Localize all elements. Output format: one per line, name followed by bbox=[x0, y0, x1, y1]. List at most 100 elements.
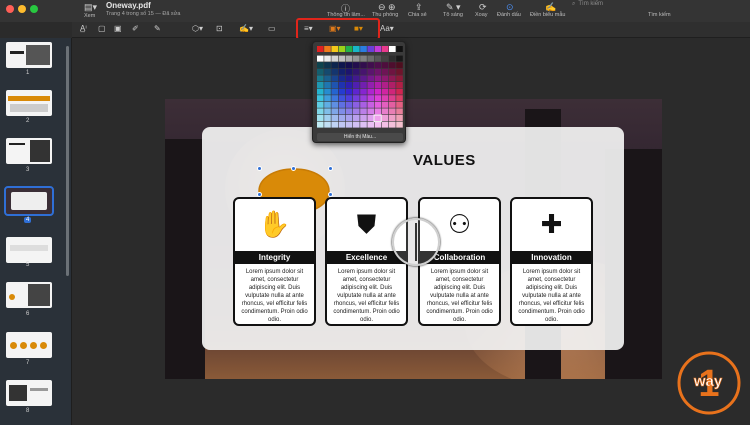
color-swatch[interactable] bbox=[324, 46, 331, 52]
color-swatch[interactable] bbox=[396, 101, 403, 108]
color-swatch[interactable] bbox=[367, 75, 374, 82]
search-field[interactable]: ⌕ Tìm kiếm bbox=[572, 1, 672, 12]
value-card-integrity[interactable]: ✋ Integrity Lorem ipsum dolor sit amet, … bbox=[233, 197, 316, 326]
color-swatch[interactable] bbox=[367, 101, 374, 108]
color-swatch[interactable] bbox=[317, 121, 324, 128]
color-swatch[interactable] bbox=[345, 68, 353, 75]
show-colors-button[interactable]: Hiển thị Màu... bbox=[317, 133, 403, 141]
sketch-icon[interactable]: ✐ bbox=[132, 24, 139, 33]
color-swatch[interactable] bbox=[396, 75, 403, 82]
text-selection-icon[interactable]: A̲ⁱ bbox=[80, 24, 87, 33]
color-swatch[interactable] bbox=[374, 108, 382, 115]
color-swatch-grid[interactable] bbox=[316, 46, 404, 130]
sign-icon[interactable]: ✍▾ bbox=[239, 24, 253, 33]
color-swatch[interactable] bbox=[317, 101, 324, 108]
note-icon[interactable]: ▭ bbox=[268, 24, 276, 33]
color-swatch[interactable] bbox=[331, 82, 338, 88]
page-thumbnail-4[interactable] bbox=[4, 186, 54, 216]
color-swatch[interactable] bbox=[367, 108, 374, 115]
color-swatch[interactable] bbox=[374, 46, 382, 52]
color-swatch[interactable] bbox=[381, 121, 389, 128]
color-swatch[interactable] bbox=[353, 101, 360, 108]
color-swatch[interactable] bbox=[389, 95, 396, 102]
color-swatch[interactable] bbox=[374, 82, 382, 88]
color-swatch[interactable] bbox=[367, 95, 374, 102]
color-swatch[interactable] bbox=[396, 46, 403, 52]
color-swatch[interactable] bbox=[345, 95, 353, 102]
color-swatch[interactable] bbox=[331, 121, 338, 128]
color-swatch[interactable] bbox=[338, 62, 346, 69]
color-swatch[interactable] bbox=[389, 88, 396, 95]
resize-handle[interactable] bbox=[291, 166, 296, 171]
color-swatch[interactable] bbox=[353, 82, 360, 88]
color-swatch[interactable] bbox=[345, 46, 353, 52]
color-swatch[interactable] bbox=[381, 55, 389, 62]
color-swatch[interactable] bbox=[381, 115, 389, 121]
color-swatch[interactable] bbox=[360, 46, 367, 52]
color-swatch[interactable] bbox=[317, 68, 324, 75]
color-swatch[interactable] bbox=[338, 75, 346, 82]
redact-icon[interactable]: ▣ bbox=[114, 24, 122, 33]
sidebar-scrollbar[interactable] bbox=[66, 46, 69, 276]
color-swatch[interactable] bbox=[353, 55, 360, 62]
color-swatch[interactable] bbox=[324, 108, 331, 115]
color-swatch[interactable] bbox=[374, 75, 382, 82]
color-swatch[interactable] bbox=[338, 115, 346, 121]
color-swatch[interactable] bbox=[367, 68, 374, 75]
color-swatch[interactable] bbox=[331, 62, 338, 69]
color-swatch[interactable] bbox=[374, 62, 382, 69]
value-card-excellence[interactable]: ⛊ Excellence Lorem ipsum dolor sit amet,… bbox=[325, 197, 408, 326]
page-thumbnail-1[interactable] bbox=[6, 42, 52, 68]
color-swatch[interactable] bbox=[374, 101, 382, 108]
color-swatch[interactable] bbox=[360, 75, 367, 82]
color-swatch[interactable] bbox=[317, 115, 324, 121]
color-swatch[interactable] bbox=[389, 55, 396, 62]
color-swatch[interactable] bbox=[389, 101, 396, 108]
color-swatch[interactable] bbox=[374, 95, 382, 102]
color-swatch[interactable] bbox=[374, 88, 382, 95]
color-swatch[interactable] bbox=[338, 121, 346, 128]
draw-icon[interactable]: ✎ bbox=[154, 24, 161, 33]
color-swatch[interactable] bbox=[360, 108, 367, 115]
color-swatch[interactable] bbox=[381, 75, 389, 82]
resize-handle[interactable] bbox=[328, 166, 333, 171]
color-swatch[interactable] bbox=[360, 95, 367, 102]
color-swatch[interactable] bbox=[338, 95, 346, 102]
color-swatch[interactable] bbox=[353, 88, 360, 95]
color-swatch[interactable] bbox=[345, 121, 353, 128]
color-swatch[interactable] bbox=[324, 75, 331, 82]
color-swatch[interactable] bbox=[331, 95, 338, 102]
shapes-icon[interactable]: ⬡▾ bbox=[192, 24, 203, 33]
page-thumbnail-2[interactable] bbox=[6, 90, 52, 116]
color-swatch[interactable] bbox=[367, 82, 374, 88]
text-style-button[interactable]: Aa▾ bbox=[380, 24, 394, 33]
color-swatch[interactable] bbox=[396, 62, 403, 69]
color-swatch[interactable] bbox=[331, 108, 338, 115]
color-swatch[interactable] bbox=[331, 68, 338, 75]
color-swatch[interactable] bbox=[317, 88, 324, 95]
color-swatch[interactable] bbox=[367, 121, 374, 128]
color-swatch[interactable] bbox=[353, 95, 360, 102]
color-swatch[interactable] bbox=[338, 82, 346, 88]
color-swatch[interactable] bbox=[360, 121, 367, 128]
color-swatch[interactable] bbox=[389, 121, 396, 128]
color-swatch[interactable] bbox=[338, 46, 346, 52]
color-swatch[interactable] bbox=[367, 46, 374, 52]
color-swatch[interactable] bbox=[389, 62, 396, 69]
color-swatch[interactable] bbox=[396, 55, 403, 62]
resize-handle[interactable] bbox=[257, 166, 262, 171]
color-swatch[interactable] bbox=[381, 62, 389, 69]
color-swatch[interactable] bbox=[374, 121, 382, 128]
color-swatch[interactable] bbox=[331, 88, 338, 95]
color-swatch[interactable] bbox=[338, 55, 346, 62]
color-swatch[interactable] bbox=[353, 62, 360, 69]
page-thumbnail-5[interactable] bbox=[6, 237, 52, 263]
color-swatch[interactable] bbox=[317, 46, 324, 52]
color-swatch[interactable] bbox=[389, 115, 396, 121]
sidebar-toggle-icon[interactable]: ▤▾ bbox=[84, 2, 97, 13]
color-swatch[interactable] bbox=[345, 88, 353, 95]
color-swatch[interactable] bbox=[381, 95, 389, 102]
color-swatch[interactable] bbox=[389, 82, 396, 88]
page-thumbnail-3[interactable] bbox=[6, 138, 52, 164]
color-swatch[interactable] bbox=[345, 62, 353, 69]
